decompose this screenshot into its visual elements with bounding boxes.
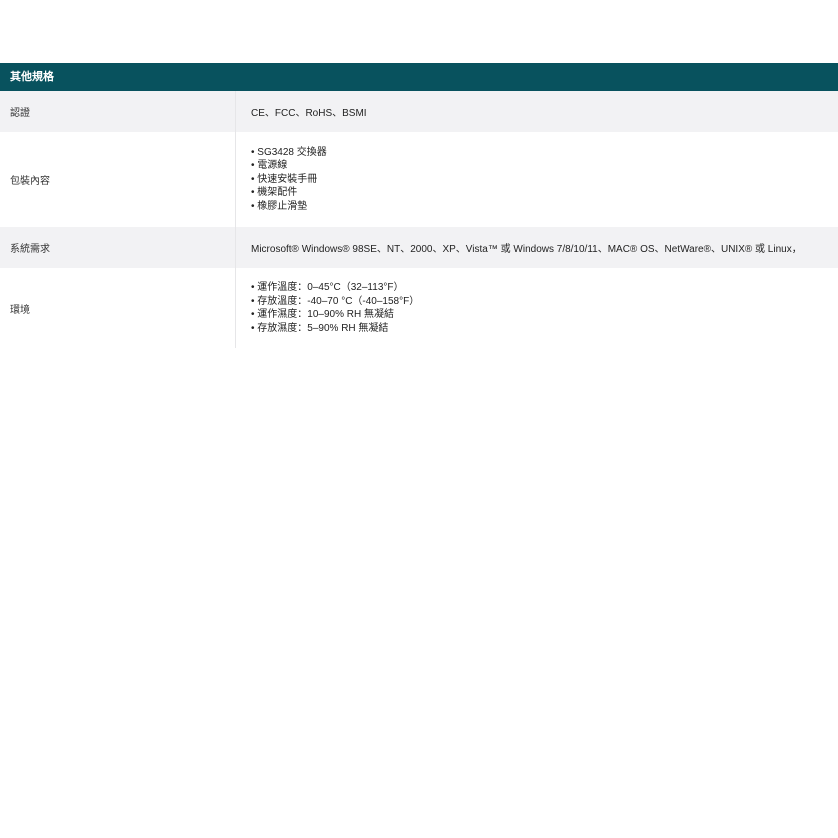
list-item: 橡膠止滑墊 xyxy=(251,200,838,214)
spec-row-package-contents: 包裝內容 SG3428 交換器 電源線 快速安裝手冊 機架配件 橡膠止滑墊 xyxy=(0,132,838,227)
spec-value-system-requirements: Microsoft® Windows® 98SE、NT、2000、XP、Vist… xyxy=(251,244,802,255)
list-item: 電源線 xyxy=(251,159,838,173)
spec-row-environment: 環境 運作溫度：0–45°C（32–113°F） 存放溫度：-40–70 °C（… xyxy=(0,268,838,348)
environment-list: 運作溫度：0–45°C（32–113°F） 存放溫度：-40–70 °C（-40… xyxy=(251,281,838,335)
section-title: 其他規格 xyxy=(0,63,838,91)
spec-label-certification: 認證 xyxy=(0,91,236,132)
list-item: 運作溫度：0–45°C（32–113°F） xyxy=(251,281,838,295)
spec-label-environment: 環境 xyxy=(0,268,236,348)
spec-value-package-contents: SG3428 交換器 電源線 快速安裝手冊 機架配件 橡膠止滑墊 xyxy=(236,146,838,214)
list-item: 運作濕度：10–90% RH 無凝結 xyxy=(251,308,838,322)
package-contents-list: SG3428 交換器 電源線 快速安裝手冊 機架配件 橡膠止滑墊 xyxy=(251,146,838,214)
spec-row-certification: 認證 CE、FCC、RoHS、BSMI xyxy=(0,91,838,132)
spec-value-certification: CE、FCC、RoHS、BSMI xyxy=(251,108,367,119)
spec-table: 認證 CE、FCC、RoHS、BSMI 包裝內容 SG3428 交換器 電源線 … xyxy=(0,91,838,348)
list-item: 存放溫度：-40–70 °C（-40–158°F） xyxy=(251,295,838,309)
list-item: 機架配件 xyxy=(251,186,838,200)
spec-value-environment: 運作溫度：0–45°C（32–113°F） 存放溫度：-40–70 °C（-40… xyxy=(236,281,838,335)
list-item: 快速安裝手冊 xyxy=(251,173,838,187)
list-item: SG3428 交換器 xyxy=(251,146,838,160)
spec-row-system-requirements: 系統需求 Microsoft® Windows® 98SE、NT、2000、XP… xyxy=(0,227,838,268)
spec-label-package-contents: 包裝內容 xyxy=(0,132,236,227)
spec-label-system-requirements: 系統需求 xyxy=(0,227,236,268)
other-specs-section: 其他規格 認證 CE、FCC、RoHS、BSMI 包裝內容 SG3428 交換器… xyxy=(0,63,838,348)
list-item: 存放濕度：5–90% RH 無凝結 xyxy=(251,322,838,336)
